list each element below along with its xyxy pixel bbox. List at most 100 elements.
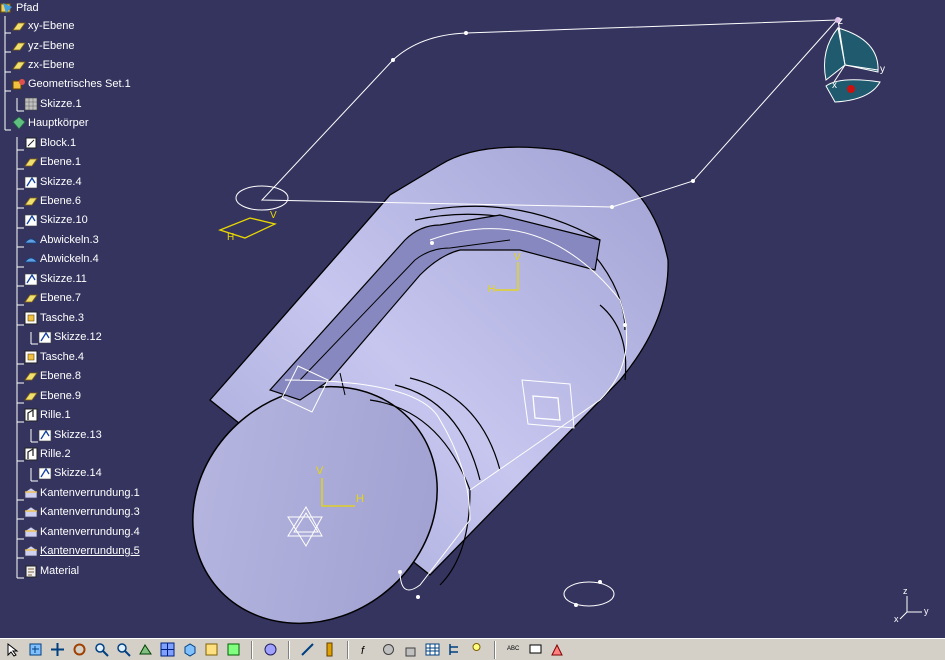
lock-button[interactable]: [401, 640, 420, 659]
sketch-icon: [24, 175, 38, 189]
rotate-button[interactable]: [70, 640, 89, 659]
tree-item-label: Skizze.11: [40, 273, 87, 285]
tree-item-label: Pfad: [16, 2, 39, 14]
catalog-button[interactable]: [379, 640, 398, 659]
tree-item[interactable]: Kantenverrundung.5: [24, 542, 140, 560]
tree-item-label: Skizze.10: [40, 214, 88, 226]
measure-button[interactable]: [298, 640, 317, 659]
pan-button[interactable]: [48, 640, 67, 659]
tree-item-label: Ebene.8: [40, 370, 81, 382]
table-button[interactable]: [423, 640, 442, 659]
knowledge-button[interactable]: [467, 640, 486, 659]
tree-item[interactable]: Ebene.6: [24, 192, 81, 210]
tree-item[interactable]: Geometrisches Set.1: [12, 75, 131, 93]
tree-item[interactable]: Rille.2: [24, 445, 71, 463]
plane-icon: [12, 58, 26, 72]
tree-item[interactable]: Ebene.8: [24, 367, 81, 385]
shading-button[interactable]: [261, 640, 280, 659]
specification-tree[interactable]: Pfad xy-Ebene yz-Ebene zx-Ebene Geometrische…: [0, 0, 170, 600]
tree-item-label: Kantenverrundung.4: [40, 526, 140, 538]
unwrap-icon: [24, 233, 38, 247]
tree-root[interactable]: Pfad: [0, 0, 39, 17]
bottom-toolbar: f ABC: [0, 638, 945, 660]
analysis-button[interactable]: [548, 640, 567, 659]
tree-item-label: Kantenverrundung.1: [40, 487, 140, 499]
tree-item-label: Ebene.1: [40, 156, 81, 168]
spell-icon: ABC: [507, 646, 520, 652]
tree-item-label: Skizze.12: [54, 331, 102, 343]
material-apply-button[interactable]: [320, 640, 339, 659]
axis-triad: [899, 596, 922, 620]
tree-item-label: Abwickeln.4: [40, 253, 99, 265]
hide-show-button[interactable]: [202, 640, 221, 659]
geometrical-set-icon: [12, 77, 26, 91]
edge-fillet-icon: [24, 525, 38, 539]
tree-item[interactable]: Skizze.4: [24, 173, 82, 191]
knowledge-icon: [472, 643, 481, 651]
tree-item[interactable]: Rille.1: [24, 406, 71, 424]
groove-icon: [24, 408, 38, 422]
plane-icon: [24, 155, 38, 169]
tree-item[interactable]: Ebene.7: [24, 289, 81, 307]
tree-item[interactable]: yz-Ebene: [12, 37, 74, 55]
tree-item[interactable]: Tasche.4: [24, 348, 84, 366]
tree-item[interactable]: Ebene.9: [24, 387, 81, 405]
pad-icon: [24, 136, 38, 150]
tree-item[interactable]: zx-Ebene: [12, 56, 74, 74]
tree-item-label: Tasche.4: [40, 351, 85, 363]
compass[interactable]: z y x: [824, 16, 886, 103]
tree-button[interactable]: [445, 640, 464, 659]
3d-viewport[interactable]: V H V H V H z y x z y x Pfad xy-Ebene yz…: [0, 0, 945, 638]
tree-item[interactable]: Skizze.1: [24, 95, 82, 113]
iso-view-button[interactable]: [180, 640, 199, 659]
compass-x-label: x: [832, 80, 837, 91]
fit-all-button[interactable]: [26, 640, 45, 659]
tree-item-label: Material: [40, 565, 80, 577]
plane-icon: [24, 369, 38, 383]
sketch-axis-h-label-3: H: [227, 232, 234, 243]
plane-icon: [24, 291, 38, 305]
svg-text:f: f: [361, 645, 365, 657]
tree-item[interactable]: Tasche.3: [24, 309, 84, 327]
tree-item[interactable]: Abwickeln.3: [24, 231, 99, 249]
tree-item[interactable]: Material: [24, 562, 79, 580]
comment-button[interactable]: [526, 640, 545, 659]
tree-item[interactable]: Skizze.12: [38, 328, 102, 346]
tree-item[interactable]: Skizze.11: [24, 270, 87, 288]
tree-item[interactable]: Kantenverrundung.1: [24, 484, 140, 502]
tree-icon: [449, 644, 458, 655]
tree-item-label: Block.1: [40, 137, 77, 149]
tree-item[interactable]: Skizze.10: [24, 211, 88, 229]
tree-item[interactable]: Abwickeln.4: [24, 250, 99, 268]
lock-icon: [405, 647, 416, 657]
select-icon: [7, 642, 19, 657]
tree-item[interactable]: Ebene.1: [24, 153, 81, 171]
tree-item[interactable]: Kantenverrundung.3: [24, 503, 140, 521]
normal-view-button[interactable]: [136, 640, 155, 659]
edge-fillet-icon: [24, 486, 38, 500]
toolbar-separator: [251, 640, 253, 659]
pocket-icon: [24, 311, 38, 325]
tree-item[interactable]: Hauptkörper: [12, 114, 89, 132]
pocket-icon: [24, 350, 38, 364]
tree-item-label: zx-Ebene: [28, 59, 75, 71]
material-apply-icon: [326, 642, 333, 657]
tree-item-label: Skizze.14: [54, 467, 102, 479]
compass-y-label: y: [880, 64, 885, 75]
tree-item[interactable]: Block.1: [24, 134, 76, 152]
sketch-axis-h-label: H: [356, 493, 364, 505]
tree-item[interactable]: Skizze.14: [38, 464, 102, 482]
tree-item[interactable]: Kantenverrundung.4: [24, 523, 140, 541]
body-icon: [12, 116, 26, 130]
zoom-out-button[interactable]: [114, 640, 133, 659]
zoom-in-button[interactable]: [92, 640, 111, 659]
svg-text:ABC: ABC: [507, 646, 520, 652]
pan-icon: [51, 643, 64, 656]
spell-button[interactable]: ABC: [504, 640, 523, 659]
multi-view-button[interactable]: [158, 640, 177, 659]
select-button[interactable]: [4, 640, 23, 659]
tree-item[interactable]: xy-Ebene: [12, 17, 74, 35]
formula-button[interactable]: f: [357, 640, 376, 659]
swap-visible-button[interactable]: [224, 640, 243, 659]
tree-item[interactable]: Skizze.13: [38, 426, 102, 444]
